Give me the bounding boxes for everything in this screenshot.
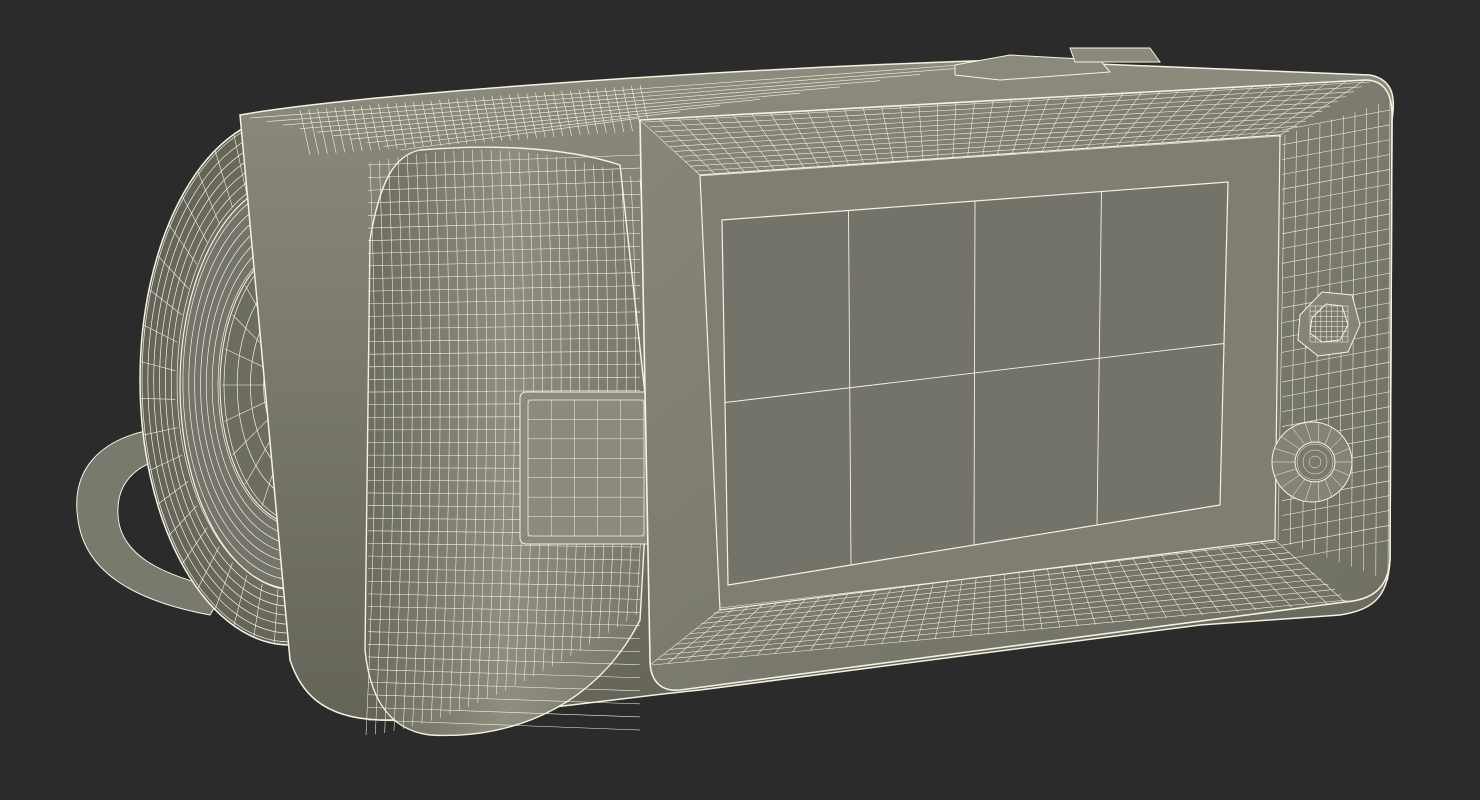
screen-hinge: [519, 391, 653, 545]
panel-button-lower: [1271, 421, 1353, 503]
camcorder-wireframe-render: [76, 47, 1395, 737]
